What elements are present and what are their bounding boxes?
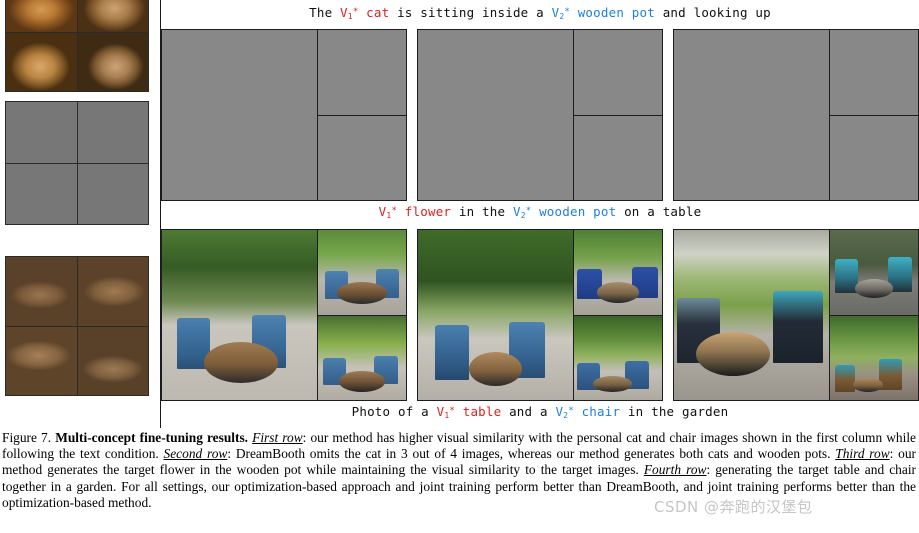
caption-row-1: The V1* cat is sitting inside a V2* wood… bbox=[161, 5, 919, 21]
chair-shape bbox=[435, 325, 470, 380]
caption-token-3: V2* bbox=[512, 204, 532, 220]
image-two-white-flowers-terracotta-pot bbox=[418, 30, 573, 200]
image-teal-chairs-table-on-rug bbox=[829, 230, 918, 315]
row-label-third: Third row bbox=[835, 446, 890, 462]
reference-image-flower-1 bbox=[6, 102, 77, 163]
caption-token-6: in the garden bbox=[620, 404, 729, 419]
garden-group-3 bbox=[673, 229, 919, 401]
table-shape bbox=[469, 352, 522, 387]
reference-image-flower-4 bbox=[77, 163, 148, 224]
table-shape bbox=[593, 376, 633, 392]
image-two-flowers-small-pot bbox=[317, 30, 406, 115]
image-blue-chairs-table-green-garden bbox=[573, 315, 662, 400]
figure-text-second: : DreamBooth omits the cat in 3 out of 4… bbox=[227, 446, 836, 462]
image-blue-chairs-wooden-table-ivy-wall bbox=[418, 230, 573, 400]
caption-token-1: flower bbox=[397, 204, 452, 219]
reference-image-pot-2 bbox=[77, 0, 148, 32]
caption-token-6: and looking up bbox=[654, 5, 771, 20]
figure-page: The V1* cat is sitting inside a V2* wood… bbox=[0, 0, 919, 533]
caption-token-3: and a bbox=[501, 404, 556, 419]
table-shape bbox=[337, 282, 387, 305]
garden-group-1-side-stack bbox=[317, 230, 406, 400]
image-teal-chairs-wood-table-garden bbox=[829, 315, 918, 400]
image-garden-patio-blue-chairs-table bbox=[317, 230, 406, 315]
image-flower-cluster-in-pot bbox=[573, 30, 662, 115]
flower-group-2 bbox=[417, 29, 663, 201]
reference-image-pot-4 bbox=[77, 32, 148, 91]
caption-token-5: on a table bbox=[616, 204, 702, 219]
reference-image-table-3 bbox=[6, 326, 77, 395]
results-panel: The V1* cat is sitting inside a V2* wood… bbox=[161, 0, 919, 428]
table-shape bbox=[203, 342, 279, 383]
caption-token-5: chair bbox=[573, 404, 621, 419]
reference-image-pot-1 bbox=[6, 0, 77, 32]
image-small-flower-wooden-pot bbox=[829, 30, 918, 115]
reference-image-table-4 bbox=[77, 326, 148, 395]
image-two-blue-chairs-round-table-garden bbox=[162, 230, 317, 400]
reference-image-column bbox=[0, 0, 160, 428]
image-flower-in-carved-pot bbox=[162, 30, 317, 200]
caption-token-3: is sitting inside a bbox=[389, 5, 552, 20]
image-blue-chairs-small-table-lawn bbox=[573, 230, 662, 315]
flower-group-1 bbox=[161, 29, 407, 201]
caption-token-5: wooden pot bbox=[569, 5, 655, 20]
caption-row-3: V1* flower in the V2* wooden pot on a ta… bbox=[161, 204, 919, 220]
flower-group-3 bbox=[673, 29, 919, 201]
reference-block-table bbox=[5, 256, 149, 396]
reference-block-flower bbox=[5, 101, 149, 225]
reference-image-pot-3 bbox=[6, 32, 77, 91]
flower-group-2-side-stack bbox=[573, 30, 662, 200]
image-yellow-dandelions-wooden-pot bbox=[829, 115, 918, 200]
table-shape bbox=[695, 332, 771, 377]
garden-group-1 bbox=[161, 229, 407, 401]
result-row-table-chair-garden bbox=[161, 229, 919, 401]
caption-token-2: in the bbox=[451, 204, 513, 219]
chair-shape bbox=[773, 291, 823, 363]
reference-block-wooden-pot bbox=[5, 0, 149, 92]
figure-title: Multi-concept fine-tuning results. bbox=[55, 430, 249, 445]
image-single-white-flower-in-pot bbox=[573, 115, 662, 200]
caption-token-0: V1* bbox=[378, 204, 398, 220]
garden-group-3-side-stack bbox=[829, 230, 918, 400]
flower-group-1-side-stack bbox=[317, 30, 406, 200]
table-shape bbox=[596, 282, 640, 303]
flower-group-3-side-stack bbox=[829, 30, 918, 200]
result-row-flower-in-pot bbox=[161, 29, 919, 201]
figure-caption: Figure 7. Multi-concept fine-tuning resu… bbox=[2, 430, 916, 511]
reference-image-table-1 bbox=[6, 257, 77, 326]
image-white-flowers-bouquet-wooden-pot bbox=[674, 30, 829, 200]
row-label-first: First row bbox=[252, 430, 303, 445]
caption-token-1: V1* bbox=[436, 404, 455, 420]
caption-token-0: Photo of a bbox=[351, 404, 437, 419]
table-shape bbox=[339, 371, 385, 392]
caption-row-4: Photo of a V1* table and a V2* chair in … bbox=[161, 404, 919, 420]
figure-label: Figure 7. bbox=[2, 430, 52, 445]
garden-group-2 bbox=[417, 229, 663, 401]
reference-image-flower-3 bbox=[6, 163, 77, 224]
image-blue-chairs-round-table-lawn bbox=[317, 315, 406, 400]
row-label-fourth: Fourth row bbox=[643, 462, 707, 478]
caption-token-2: table bbox=[455, 404, 502, 419]
garden-group-2-side-stack bbox=[573, 230, 662, 400]
reference-image-table-2 bbox=[77, 257, 148, 326]
row-label-second: Second row bbox=[163, 446, 228, 462]
caption-token-2: cat bbox=[358, 5, 390, 20]
table-shape bbox=[852, 378, 883, 392]
caption-token-4: wooden pot bbox=[531, 204, 617, 219]
caption-token-1: V1* bbox=[340, 5, 359, 21]
caption-token-4: V2* bbox=[555, 404, 574, 420]
chair-shape bbox=[835, 364, 855, 392]
caption-token-4: V2* bbox=[551, 5, 570, 21]
image-white-flower-pot-closeup bbox=[317, 115, 406, 200]
image-wicker-sofa-round-table-lawn bbox=[674, 230, 829, 400]
reference-image-flower-2 bbox=[77, 102, 148, 163]
table-shape bbox=[854, 279, 894, 298]
caption-token-0: The bbox=[309, 5, 341, 20]
